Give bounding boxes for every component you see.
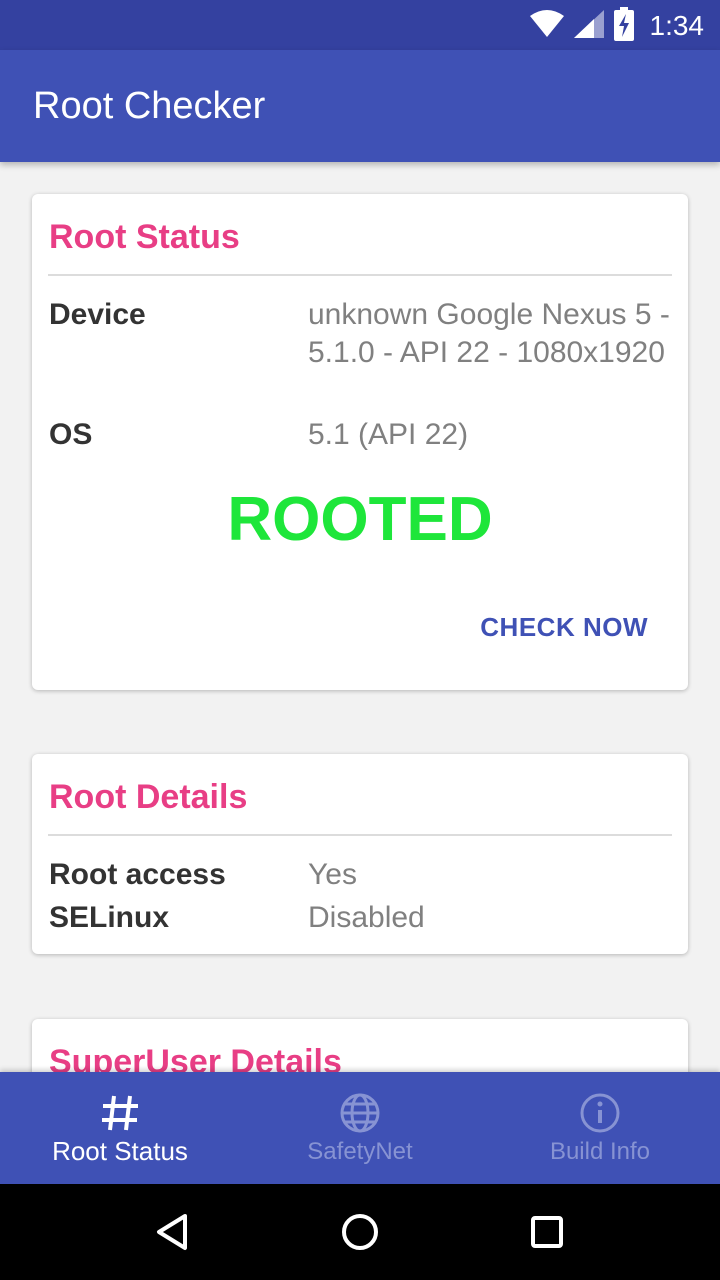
status-icons: 1:34 [529, 6, 705, 46]
recents-icon[interactable] [517, 1202, 577, 1262]
card-divider [48, 274, 672, 276]
nav-label: Build Info [549, 1138, 651, 1165]
home-icon[interactable] [330, 1202, 390, 1262]
signal-icon [573, 9, 604, 43]
nav-label: Root Status [52, 1136, 188, 1166]
wifi-icon [529, 9, 564, 43]
status-time: 1:34 [649, 10, 705, 41]
check-now-button[interactable]: CHECK NOW [480, 612, 648, 643]
nav-item-build-info[interactable]: Build Info [480, 1072, 720, 1184]
root-details-card: Root Details Root access Yes SELinux Dis… [32, 754, 688, 954]
status-bar: 1:34 [0, 0, 720, 50]
content-scroll[interactable]: Root Status Device unknown Google Nexus … [0, 162, 720, 1072]
os-label: OS [49, 418, 93, 451]
nav-item-root-status[interactable]: Root Status [0, 1072, 240, 1184]
hash-icon [97, 1090, 143, 1136]
card-title: Root Status [49, 218, 240, 256]
root-access-label: Root access [49, 858, 226, 891]
battery-charging-icon [613, 6, 634, 46]
card-title: Root Details [49, 778, 248, 816]
system-navigation-bar [0, 1184, 720, 1280]
root-access-value: Yes [308, 858, 357, 891]
device-label: Device [49, 298, 146, 331]
nav-item-safetynet[interactable]: SafetyNet [240, 1072, 480, 1184]
card-title: SuperUser Details [49, 1043, 342, 1072]
selinux-value: Disabled [308, 901, 425, 934]
nav-label: SafetyNet [307, 1138, 413, 1165]
app-title: Root Checker [33, 85, 266, 127]
device-value: unknown Google Nexus 5 - 5.1.0 - API 22 … [308, 298, 670, 369]
root-result: ROOTED [227, 485, 493, 554]
selinux-label: SELinux [49, 901, 170, 934]
app-bar: Root Checker [0, 50, 720, 162]
root-status-card: Root Status Device unknown Google Nexus … [32, 194, 688, 690]
back-icon[interactable] [143, 1202, 203, 1262]
bottom-navigation: Root Status SafetyNet Build Info [0, 1072, 720, 1184]
globe-icon [337, 1090, 383, 1136]
info-icon [577, 1090, 623, 1136]
superuser-details-card: SuperUser Details [32, 1019, 688, 1072]
card-divider [48, 834, 672, 836]
os-value: 5.1 (API 22) [308, 418, 469, 451]
